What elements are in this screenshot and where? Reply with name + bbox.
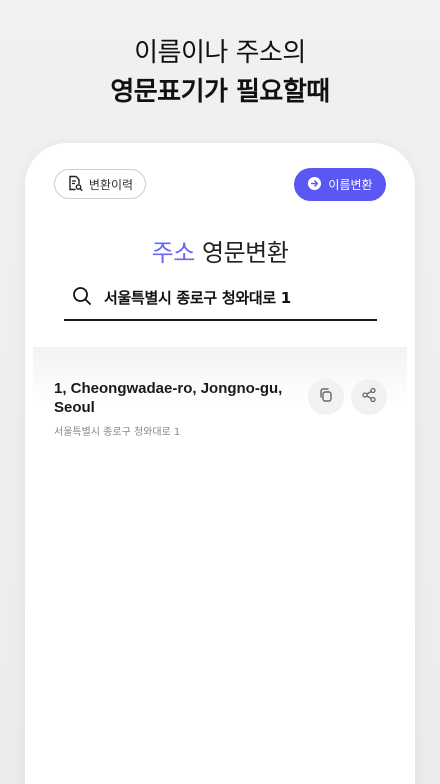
search-input[interactable]: 서울특별시 종로구 청와대로 1: [64, 276, 377, 321]
arrow-right-circle-icon: [307, 176, 322, 194]
name-convert-button[interactable]: 이름변환: [294, 168, 386, 201]
history-label: 변환이력: [88, 177, 134, 192]
copy-icon: [318, 387, 334, 407]
convert-label: 이름변환: [328, 178, 373, 192]
result-korean-address: 서울특별시 종로구 청와대로 1: [54, 427, 181, 438]
main-card: 변환이력 이름변환 주소 영문변환 서울특별시 종로구 청와대로 1 1, Ch…: [25, 143, 415, 784]
hero-line-2: 영문표기가 필요할때: [110, 77, 330, 107]
copy-button[interactable]: [308, 379, 344, 415]
title-accent: 주소: [151, 239, 196, 267]
hero-line-1: 이름이나 주소의: [134, 38, 306, 68]
search-query: 서울특별시 종로구 청와대로 1: [104, 289, 291, 307]
history-button[interactable]: 변환이력: [54, 169, 146, 199]
title-rest: 영문변환: [201, 239, 289, 267]
document-search-icon: [67, 175, 83, 194]
search-icon: [72, 286, 92, 310]
share-icon: [361, 387, 377, 407]
result-english-address[interactable]: 1, Cheongwadae-ro, Jongno-gu, Seoul: [54, 379, 284, 417]
hero-heading: 이름이나 주소의 영문표기가 필요할때: [0, 36, 440, 110]
share-button[interactable]: [351, 379, 387, 415]
page-title: 주소 영문변환: [25, 233, 415, 268]
